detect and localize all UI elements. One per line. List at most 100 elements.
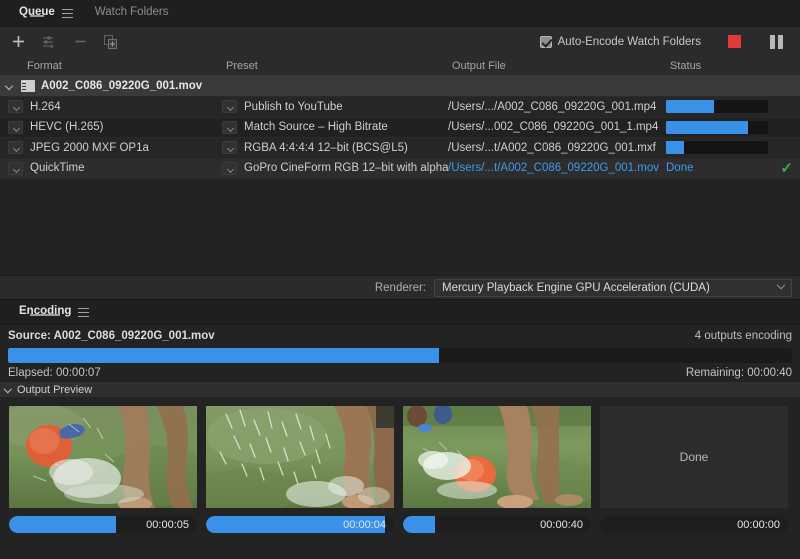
encoding-panel-menu-icon[interactable] (78, 307, 90, 317)
row-output-path: /Users/...t/A002_C086_09220G_001.mxf (448, 141, 656, 154)
queue-group-label: A002_C086_09220G_001.mov (41, 80, 203, 92)
row-output-cell[interactable]: /Users/...002_C086_09220G_001_1.mp4 (448, 121, 666, 133)
row-status-cell (666, 100, 800, 114)
queue-toolbar: Auto-Encode Watch Folders (0, 27, 800, 56)
preview-thumbnail[interactable] (206, 406, 394, 508)
tab-encoding[interactable]: Encoding (8, 300, 100, 324)
minus-icon[interactable] (71, 33, 89, 51)
preview-time: 00:00:04 (343, 518, 386, 531)
preview-cell: 00:00:04 (206, 406, 394, 533)
duplicate-icon[interactable] (102, 33, 120, 51)
elapsed-time: Elapsed: 00:00:07 (8, 366, 101, 379)
chevron-down-icon[interactable] (222, 120, 237, 134)
row-format-cell[interactable]: HEVC (H.265) (0, 120, 222, 134)
row-preset-label: RGBA 4:4:4:4 12–bit (BCS@L5) (244, 141, 408, 154)
tab-queue[interactable]: Queue (8, 0, 84, 26)
preview-progress-bar: 00:00:05 (9, 516, 197, 533)
preview-progress-bar: 00:00:04 (206, 516, 394, 533)
preview-cell: Done 00:00:00 (600, 406, 788, 533)
row-output-path[interactable]: /Users/...t/A002_C086_09220G_001.mov (448, 162, 659, 174)
overall-progress-bar (8, 348, 792, 363)
table-row[interactable]: H.264 Publish to YouTube /Users/.../A002… (0, 97, 800, 118)
queue-list: A002_C086_09220G_001.mov H.264 Publish t… (0, 76, 800, 275)
stop-button[interactable] (728, 35, 741, 48)
tab-queue-label: Queue (19, 6, 55, 18)
output-preview-header[interactable]: Output Preview (0, 382, 800, 397)
check-icon: ✓ (780, 160, 793, 176)
plus-icon[interactable] (9, 33, 27, 51)
queue-panel-menu-icon[interactable] (61, 8, 73, 18)
preview-cell: 00:00:40 (403, 406, 591, 533)
auto-encode-label: Auto-Encode Watch Folders (557, 35, 701, 48)
chevron-down-icon[interactable] (8, 141, 23, 155)
tab-watch-folders[interactable]: Watch Folders (84, 0, 180, 26)
checkbox-check-icon (539, 35, 552, 48)
preview-cell: 00:00:05 (9, 406, 197, 533)
preview-time: 00:00:40 (540, 518, 583, 531)
chevron-down-icon[interactable] (8, 161, 23, 175)
media-encoder-window: Queue Watch Folders Auto-Encode Watch Fo… (0, 0, 800, 559)
encoding-tabbar: Encoding (0, 300, 800, 325)
chevron-down-icon[interactable] (8, 100, 23, 114)
row-progress-fill (666, 141, 685, 155)
row-preset-label: Publish to YouTube (244, 100, 343, 113)
pause-button[interactable] (770, 34, 783, 49)
preview-progress-fill (9, 516, 117, 533)
preview-thumbnail-placeholder[interactable]: Done (600, 406, 788, 508)
row-preset-cell[interactable]: GoPro CineForm RGB 12–bit with alpha (222, 161, 448, 175)
renderer-value: Mercury Playback Engine GPU Acceleration… (442, 281, 710, 294)
renderer-bar: Renderer: Mercury Playback Engine GPU Ac… (0, 275, 800, 299)
preview-progress-bar: 00:00:00 (600, 516, 788, 533)
column-header-format[interactable]: Format (0, 60, 222, 72)
row-progress-fill (666, 100, 714, 114)
preview-image-splash (206, 406, 394, 508)
renderer-label: Renderer: (374, 281, 426, 294)
preview-image-ball-ground (403, 406, 591, 508)
column-header-output-file[interactable]: Output File (448, 60, 666, 72)
remaining-time: Remaining: 00:00:40 (685, 366, 792, 379)
row-output-cell[interactable]: /Users/...t/A002_C086_09220G_001.mov (448, 162, 666, 174)
row-status-cell: Done ✓ (666, 161, 800, 176)
chevron-down-icon[interactable] (222, 161, 237, 175)
source-clip-icon (21, 80, 35, 92)
row-format-label: JPEG 2000 MXF OP1a (30, 141, 149, 154)
chevron-down-icon (776, 280, 786, 289)
row-preset-cell[interactable]: Publish to YouTube (222, 100, 448, 114)
chevron-down-icon[interactable] (6, 82, 15, 91)
column-header-status[interactable]: Status (666, 60, 800, 72)
chevron-down-icon[interactable] (222, 141, 237, 155)
tab-encoding-label: Encoding (19, 305, 72, 317)
row-progress-fill (666, 120, 748, 134)
table-row[interactable]: JPEG 2000 MXF OP1a RGBA 4:4:4:4 12–bit (… (0, 138, 800, 159)
row-output-path: /Users/...002_C086_09220G_001_1.mp4 (448, 121, 659, 134)
preview-progress-bar: 00:00:40 (403, 516, 591, 533)
add-preset-icon[interactable] (40, 33, 58, 51)
row-format-cell[interactable]: H.264 (0, 100, 222, 114)
output-preview-label: Output Preview (17, 383, 93, 396)
auto-encode-watch-folders-checkbox[interactable]: Auto-Encode Watch Folders (539, 35, 701, 48)
chevron-down-icon[interactable] (5, 386, 13, 394)
column-header-preset[interactable]: Preset (222, 60, 448, 72)
row-preset-cell[interactable]: RGBA 4:4:4:4 12–bit (BCS@L5) (222, 141, 448, 155)
queue-group-row[interactable]: A002_C086_09220G_001.mov (0, 76, 800, 97)
preview-thumbnail[interactable] (9, 406, 197, 508)
encoding-source-row: Source: A002_C086_09220G_001.mov 4 outpu… (8, 325, 792, 347)
row-format-cell[interactable]: JPEG 2000 MXF OP1a (0, 141, 222, 155)
row-output-cell[interactable]: /Users/...t/A002_C086_09220G_001.mxf (448, 142, 666, 154)
encoding-source-label: Source: A002_C086_09220G_001.mov (8, 330, 215, 342)
row-format-cell[interactable]: QuickTime (0, 161, 222, 175)
row-preset-label: Match Source – High Bitrate (244, 121, 388, 134)
row-preset-cell[interactable]: Match Source – High Bitrate (222, 120, 448, 134)
preview-progress-row: 00:00:05 (9, 516, 197, 533)
row-format-label: H.264 (30, 100, 61, 113)
table-row[interactable]: QuickTime GoPro CineForm RGB 12–bit with… (0, 158, 800, 179)
row-output-cell[interactable]: /Users/.../A002_C086_09220G_001.mp4 (448, 101, 666, 113)
table-row[interactable]: HEVC (H.265) Match Source – High Bitrate… (0, 117, 800, 138)
preview-progress-row: 00:00:00 (600, 516, 788, 533)
chevron-down-icon[interactable] (222, 100, 237, 114)
output-preview-thumbnails: 00:00:05 00:00:04 00:00:40 Done 00:00:00 (0, 397, 800, 533)
preview-thumbnail[interactable] (403, 406, 591, 508)
renderer-select[interactable]: Mercury Playback Engine GPU Acceleration… (434, 278, 792, 297)
chevron-down-icon[interactable] (8, 120, 23, 134)
queue-tabbar: Queue Watch Folders (0, 0, 800, 27)
